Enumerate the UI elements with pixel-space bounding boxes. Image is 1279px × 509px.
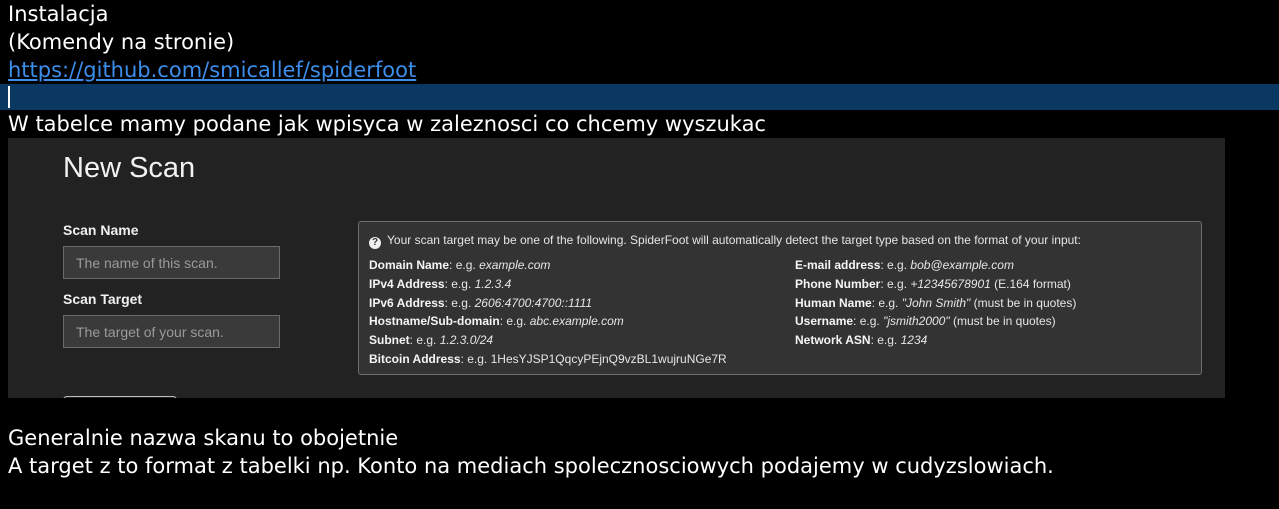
scan-name-input[interactable]: [63, 246, 280, 279]
target-type-separator: : e.g.: [409, 333, 440, 348]
target-type-separator: : e.g.: [499, 314, 530, 329]
text-caret: [8, 86, 10, 108]
target-type-example: "jsmith2000": [883, 314, 950, 329]
target-type-example: +12345678901: [910, 276, 991, 291]
target-type-label: Network ASN: [795, 333, 871, 348]
target-type-example: 1.2.3.4: [474, 276, 512, 291]
target-type-label: E-mail address: [795, 258, 881, 272]
scan-target-input[interactable]: [63, 315, 280, 348]
target-type-row: E-mail address: e.g. bob@example.com: [795, 256, 1076, 275]
target-type-example: example.com: [479, 258, 551, 272]
note-scan-name-comment: Generalnie nazwa skanu to obojetnie: [8, 426, 399, 450]
scan-name-label: Scan Name: [63, 222, 139, 238]
target-type-row: Human Name: e.g. "John Smith" (must be i…: [795, 294, 1076, 313]
note-heading-instalacja: Instalacja: [8, 2, 109, 26]
target-type-separator: : e.g.: [871, 295, 902, 310]
target-type-row: Phone Number: e.g. +12345678901 (E.164 f…: [795, 275, 1076, 294]
question-circle-icon: ?: [369, 237, 381, 249]
target-type-note: (must be in quotes): [949, 314, 1056, 329]
target-type-label: Bitcoin Address: [369, 351, 461, 366]
target-type-row: Username: e.g. "jsmith2000" (must be in …: [795, 312, 1076, 331]
target-type-row: IPv4 Address: e.g. 1.2.3.4: [369, 275, 727, 294]
target-type-separator: : e.g.: [444, 276, 475, 291]
target-type-label: IPv6 Address: [369, 295, 445, 310]
target-type-row: Subnet: e.g. 1.2.3.0/24: [369, 331, 727, 350]
page-title: New Scan: [63, 152, 196, 184]
target-type-label: IPv4 Address: [369, 276, 445, 291]
target-type-label: Subnet: [369, 333, 410, 348]
note-target-comment: A target z to format z tabelki np. Konto…: [8, 454, 1054, 478]
target-type-example: 2606:4700:4700::1111: [474, 295, 593, 310]
target-type-separator: : e.g.: [449, 258, 480, 272]
target-type-separator: : e.g.: [853, 314, 884, 329]
note-table-description: W tabelce mamy podane jak wpisyca w zale…: [8, 112, 766, 136]
github-link[interactable]: https://github.com/smicallef/spiderfoot: [8, 56, 416, 84]
target-type-note: (must be in quotes): [970, 295, 1077, 310]
target-type-example: 1234: [900, 333, 928, 348]
target-type-example: bob@example.com: [910, 258, 1014, 272]
target-type-label: Domain Name: [369, 258, 450, 272]
target-types-right-column: E-mail address: e.g. bob@example.com Phon…: [795, 256, 1076, 350]
run-scan-button[interactable]: [63, 396, 177, 398]
note-commands-hint: (Komendy na stronie): [8, 30, 235, 54]
target-type-example: abc.example.com: [529, 314, 624, 329]
target-type-example: 1HesYJSP1QqcyPEjnQ9vzBL1wujruNGe7R: [490, 351, 727, 366]
scan-target-label: Scan Target: [63, 291, 143, 307]
target-type-row: IPv6 Address: e.g. 2606:4700:4700::1111: [369, 294, 727, 313]
info-header: ? Your scan target may be one of the foll…: [369, 233, 1081, 249]
target-type-label: Username: [795, 314, 854, 329]
info-header-text: Your scan target may be one of the follo…: [387, 233, 1081, 247]
target-type-label: Human Name: [795, 295, 872, 310]
target-types-info-box: ? Your scan target may be one of the foll…: [358, 221, 1202, 375]
target-type-example: 1.2.3.0/24: [439, 333, 494, 348]
target-type-separator: : e.g.: [870, 333, 901, 348]
target-type-separator: : e.g.: [444, 295, 475, 310]
target-type-row: Bitcoin Address: e.g. 1HesYJSP1QqcyPEjnQ…: [369, 350, 727, 369]
target-type-label: Hostname/Sub-domain: [369, 314, 500, 329]
spiderfoot-screenshot: New Scan Scan Name Scan Target ? Your sca…: [8, 138, 1225, 398]
target-type-example: "John Smith": [901, 295, 971, 310]
target-type-row: Domain Name: e.g. example.com: [369, 256, 727, 275]
target-type-separator: : e.g.: [880, 258, 911, 272]
target-type-separator: : e.g.: [460, 351, 491, 366]
target-type-label: Phone Number: [795, 276, 881, 291]
target-type-separator: : e.g.: [880, 276, 911, 291]
target-type-row: Network ASN: e.g. 1234: [795, 331, 1076, 350]
current-line-highlight: [0, 84, 1279, 110]
target-type-row: Hostname/Sub-domain: e.g. abc.example.co…: [369, 312, 727, 331]
target-types-left-column: Domain Name: e.g. example.com IPv4 Addres…: [369, 256, 727, 369]
target-type-note: (E.164 format): [990, 276, 1071, 291]
